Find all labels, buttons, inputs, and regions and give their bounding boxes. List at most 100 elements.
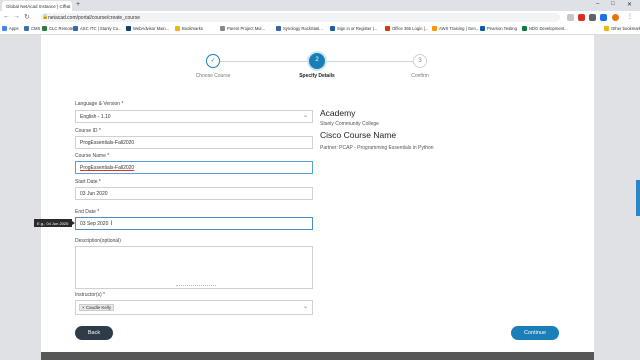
- address-bar-row: ← → ↻ 🔒 netacad.com/portal/course/create…: [0, 11, 640, 24]
- bookmark-item[interactable]: Sign in or Register |...: [330, 26, 377, 31]
- course-heading: Cisco Course Name: [320, 130, 397, 140]
- bookmark-label: Office 365 Login |...: [392, 26, 429, 31]
- tab-title: Global NetAcad Instance | Creat: [6, 4, 71, 9]
- resize-handle-icon[interactable]: [176, 285, 216, 287]
- continue-button[interactable]: Continue: [511, 326, 559, 340]
- back-button[interactable]: Back: [75, 326, 113, 340]
- bookmark-label: CMS: [31, 26, 41, 31]
- bookmark-icon: [330, 26, 335, 31]
- bookmark-item[interactable]: CMS: [24, 26, 40, 31]
- course-id-value: ProgEssentials-Fall2020: [80, 140, 135, 146]
- step-1-circle: ✓: [206, 54, 220, 68]
- back-arrow-icon[interactable]: ←: [3, 13, 10, 20]
- feedback-side-tab[interactable]: [636, 180, 640, 216]
- bookmark-item[interactable]: AWS Training | Gen...: [432, 26, 479, 31]
- step-3-circle: 3: [413, 54, 427, 68]
- bookmark-item[interactable]: Pearson Testing: [480, 26, 517, 31]
- minimize-icon[interactable]: –: [596, 1, 599, 7]
- tab-close-icon[interactable]: ×: [63, 3, 66, 9]
- course-name-label: Course Name *: [75, 153, 110, 159]
- bookmark-icon: [385, 26, 390, 31]
- instructors-select[interactable]: × Caudle Kelly ⌄: [75, 300, 313, 315]
- step-2-circle: 2: [309, 53, 325, 69]
- stepper-line: [220, 61, 316, 62]
- bookmark-item[interactable]: Other bookmarks: [604, 26, 640, 31]
- end-date-tooltip: E.g., 04 Jun 2020: [34, 219, 75, 227]
- browser-tab[interactable]: Global NetAcad Instance | Creat ×: [2, 1, 72, 11]
- academy-heading: Academy: [320, 108, 356, 118]
- instructors-label: Instructor(s) *: [75, 292, 106, 298]
- lock-icon: 🔒: [42, 14, 49, 20]
- course-name-value: ProgEssentials-Fall2020: [80, 165, 135, 171]
- end-date-value: 03 Sep 2020: [80, 221, 109, 227]
- bookmark-label: AWS Training | Gen...: [439, 26, 480, 31]
- bookmark-icon: [432, 26, 437, 31]
- bookmark-icon: [73, 26, 78, 31]
- url-text: netacad.com/portal/course/create_course: [48, 15, 140, 21]
- bookmark-item[interactable]: CLC Remote: [42, 26, 73, 31]
- step-3-label: Confirm: [411, 73, 429, 79]
- bookmark-label: ASC ITC | Stanly Co...: [80, 26, 122, 31]
- bookmark-item[interactable]: Apps: [2, 26, 19, 31]
- bookmark-label: Parent Project Mul...: [227, 26, 265, 31]
- text-cursor-icon: I: [110, 221, 113, 227]
- academy-name: Stanly Community College: [320, 121, 379, 127]
- chevron-down-icon: ⌄: [302, 304, 308, 310]
- bookmark-item[interactable]: Synology RackStati...: [276, 26, 323, 31]
- bookmark-icon: [175, 26, 180, 31]
- course-id-field[interactable]: ProgEssentials-Fall2020: [75, 136, 313, 149]
- bookmark-item[interactable]: WebAdvisor Main...: [126, 26, 169, 31]
- step-2-label: Specify Details: [299, 73, 335, 79]
- description-textarea[interactable]: [75, 246, 313, 289]
- star-icon[interactable]: [567, 14, 574, 21]
- bookmark-label: Sign in or Register |...: [337, 26, 378, 31]
- course-name-field[interactable]: ProgEssentials-Fall2020: [75, 161, 313, 174]
- footer-strip: [41, 352, 594, 360]
- start-date-field[interactable]: 03 Jun 2020: [75, 187, 313, 200]
- end-date-field[interactable]: 03 Sep 2020 I: [75, 217, 313, 230]
- language-select[interactable]: English - 1.10 ⌄: [75, 110, 313, 123]
- bookmark-icon: [42, 26, 47, 31]
- bookmark-label: Pearson Testing: [487, 26, 517, 31]
- extension-icon[interactable]: [589, 14, 596, 21]
- instructor-chip[interactable]: × Caudle Kelly: [79, 304, 115, 311]
- reload-icon[interactable]: ↻: [24, 13, 30, 21]
- extension-icon[interactable]: [600, 14, 607, 21]
- stepper-line: [318, 61, 420, 62]
- forward-arrow-icon[interactable]: →: [13, 13, 20, 20]
- bookmark-label: Bookmarks: [182, 26, 203, 31]
- bookmarks-bar: Apps CMS CLC Remote ASC ITC | Stanly Co... W…: [0, 24, 640, 35]
- bookmark-label: Other bookmarks: [611, 26, 640, 31]
- avatar[interactable]: [612, 14, 619, 21]
- chevron-down-icon: ⌄: [302, 113, 308, 119]
- start-date-value: 03 Jun 2020: [80, 191, 108, 197]
- language-value: English - 1.10: [80, 114, 111, 120]
- language-label: Language & Version *: [75, 101, 124, 107]
- course-id-label: Course ID *: [75, 128, 101, 134]
- bookmark-icon: [126, 26, 131, 31]
- bookmark-label: Apps: [9, 26, 19, 31]
- close-window-icon[interactable]: ✕: [627, 1, 632, 8]
- bookmark-icon: [480, 26, 485, 31]
- extension-icon[interactable]: [578, 14, 585, 21]
- bookmark-icon: [220, 26, 225, 31]
- step-1-label: Choose Course: [195, 73, 231, 79]
- end-date-label: End Date *: [75, 209, 100, 215]
- bookmark-item[interactable]: Bookmarks: [175, 26, 203, 31]
- new-tab-icon[interactable]: +: [76, 1, 80, 8]
- bookmark-icon: [24, 26, 29, 31]
- bookmark-label: Synology RackStati...: [283, 26, 323, 31]
- bookmark-item[interactable]: NDG Development...: [522, 26, 568, 31]
- course-name-summary: Partner: PCAP - Programming Essentials i…: [320, 145, 434, 151]
- bookmark-label: CLC Remote: [49, 26, 74, 31]
- start-date-label: Start Date *: [75, 179, 101, 185]
- bookmark-item[interactable]: Parent Project Mul...: [220, 26, 265, 31]
- bookmark-icon: [276, 26, 281, 31]
- url-field[interactable]: 🔒 netacad.com/portal/course/create_cours…: [40, 13, 560, 22]
- browser-tab-strip: Global NetAcad Instance | Creat × + – □ …: [0, 0, 640, 11]
- bookmark-icon: [604, 26, 609, 31]
- menu-icon[interactable]: ⋮: [627, 13, 633, 20]
- maximize-icon[interactable]: □: [611, 1, 615, 7]
- bookmark-item[interactable]: ASC ITC | Stanly Co...: [73, 26, 122, 31]
- bookmark-item[interactable]: Office 365 Login |...: [385, 26, 428, 31]
